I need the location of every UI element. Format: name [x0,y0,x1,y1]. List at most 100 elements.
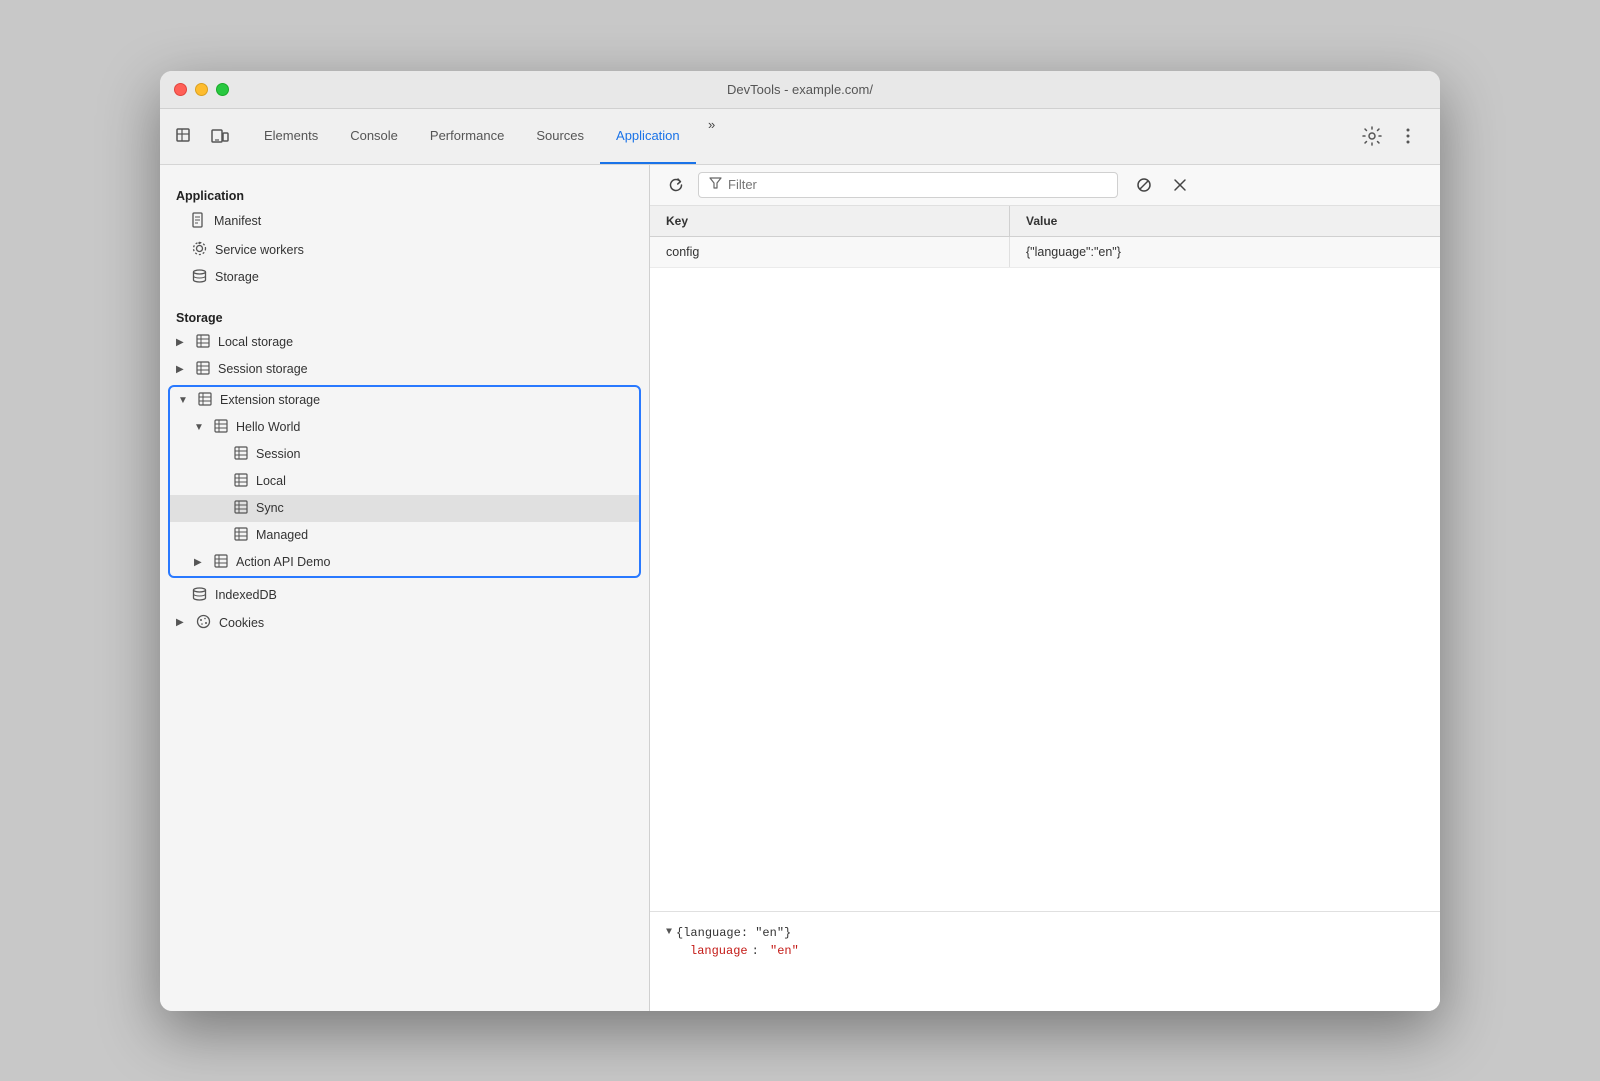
sidebar-item-cookies-label: Cookies [219,616,264,630]
sidebar-item-local-storage[interactable]: ▶ Local storage [160,329,649,356]
sidebar-item-service-workers[interactable]: Service workers [160,236,649,264]
block-icon [1136,177,1152,193]
sidebar-item-hello-world-label: Hello World [236,420,300,434]
more-options-icon [1398,126,1418,146]
minimize-button[interactable] [195,83,208,96]
json-property-key: language [690,944,748,958]
device-icon [211,127,229,145]
clear-button[interactable] [1130,171,1158,199]
sidebar-item-local-label: Local [256,474,286,488]
tab-application[interactable]: Application [600,109,696,164]
json-root-line: ▼ {language: "en"} [666,924,1424,942]
service-workers-icon [192,241,207,259]
storage-table: Key Value config {"language":"en"} [650,206,1440,911]
action-api-demo-icon [214,554,228,571]
json-property-value: "en" [770,944,799,958]
json-preview: ▼ {language: "en"} language : "en" [650,911,1440,1011]
settings-button[interactable] [1356,120,1388,152]
value-column-header: Value [1010,206,1440,236]
toolbar-right [1356,120,1432,152]
refresh-button[interactable] [662,171,690,199]
toolbar-icons [168,120,236,152]
cookies-arrow: ▶ [176,617,188,628]
json-expand-arrow[interactable]: ▼ [666,927,672,938]
sidebar-item-storage-label: Storage [215,270,259,284]
extension-storage-group: ▼ Extension storage ▼ [168,385,641,578]
sidebar-item-sync-label: Sync [256,501,284,515]
sidebar-item-storage[interactable]: Storage [160,264,649,291]
sidebar-item-hello-world[interactable]: ▼ Hello World [170,414,639,441]
sidebar-item-extension-storage[interactable]: ▼ Extension storage [170,387,639,414]
sidebar-item-indexed-db-label: IndexedDB [215,588,277,602]
sync-icon [234,500,248,517]
tab-elements[interactable]: Elements [248,109,334,164]
sidebar-item-session[interactable]: Session [170,441,639,468]
json-colon: : [752,944,766,958]
gear-icon [1362,126,1382,146]
traffic-lights [174,83,229,96]
key-cell: config [650,237,1010,267]
key-column-header: Key [650,206,1010,236]
sidebar-item-local-storage-label: Local storage [218,335,293,349]
table-row[interactable]: config {"language":"en"} [650,237,1440,268]
storage-icon [192,269,207,286]
session-storage-icon [196,361,210,378]
refresh-icon [668,177,684,193]
sidebar-item-extension-storage-label: Extension storage [220,393,320,407]
filter-icon [709,177,722,193]
sidebar-item-managed-label: Managed [256,528,308,542]
window-title: DevTools - example.com/ [727,82,873,97]
main-content: Application Manifest [160,165,1440,1011]
sidebar-item-sync[interactable]: Sync [170,495,639,522]
indexed-db-icon [192,587,207,604]
close-panel-button[interactable] [1166,171,1194,199]
nav-tabs: Elements Console Performance Sources App… [248,109,1352,164]
filter-input[interactable] [728,177,1107,192]
sidebar-item-cookies[interactable]: ▶ Cookies [160,609,649,637]
sidebar: Application Manifest [160,165,650,1011]
manifest-icon [192,212,206,231]
session-storage-arrow: ▶ [176,364,188,375]
sidebar-item-local[interactable]: Local [170,468,639,495]
action-api-demo-arrow: ▶ [194,557,206,568]
sidebar-item-session-storage-label: Session storage [218,362,308,376]
cookies-icon [196,614,211,632]
tab-console[interactable]: Console [334,109,414,164]
hello-world-icon [214,419,228,436]
hello-world-arrow: ▼ [194,422,206,433]
sidebar-item-session-label: Session [256,447,300,461]
close-button[interactable] [174,83,187,96]
json-root-label: {language: "en"} [676,926,791,940]
more-options-button[interactable] [1392,120,1424,152]
local-icon [234,473,248,490]
tab-sources[interactable]: Sources [520,109,600,164]
extension-storage-arrow: ▼ [178,395,190,406]
local-storage-icon [196,334,210,351]
filter-container [698,172,1118,198]
tab-performance[interactable]: Performance [414,109,520,164]
application-section-title: Application [160,185,649,207]
json-property-line: language : "en" [666,942,1424,960]
device-icon-button[interactable] [204,120,236,152]
title-bar: DevTools - example.com/ [160,71,1440,109]
extension-storage-icon [198,392,212,409]
sidebar-item-indexed-db[interactable]: IndexedDB [160,582,649,609]
main-panel: Key Value config {"language":"en"} ▼ {la… [650,165,1440,1011]
devtools-window: DevTools - example.com/ Eleme [160,71,1440,1011]
sidebar-item-action-api-demo[interactable]: ▶ Action API Demo [170,549,639,576]
table-header: Key Value [650,206,1440,237]
storage-section-title: Storage [160,307,649,329]
sidebar-item-action-api-demo-label: Action API Demo [236,555,331,569]
sidebar-item-manifest-label: Manifest [214,214,261,228]
toolbar: Elements Console Performance Sources App… [160,109,1440,165]
cursor-icon-button[interactable] [168,120,200,152]
sidebar-item-manifest[interactable]: Manifest [160,207,649,236]
sidebar-item-session-storage[interactable]: ▶ Session storage [160,356,649,383]
sidebar-item-managed[interactable]: Managed [170,522,639,549]
close-icon [1173,178,1187,192]
panel-toolbar [650,165,1440,206]
maximize-button[interactable] [216,83,229,96]
managed-icon [234,527,248,544]
more-tabs-button[interactable]: » [696,109,728,141]
local-storage-arrow: ▶ [176,337,188,348]
